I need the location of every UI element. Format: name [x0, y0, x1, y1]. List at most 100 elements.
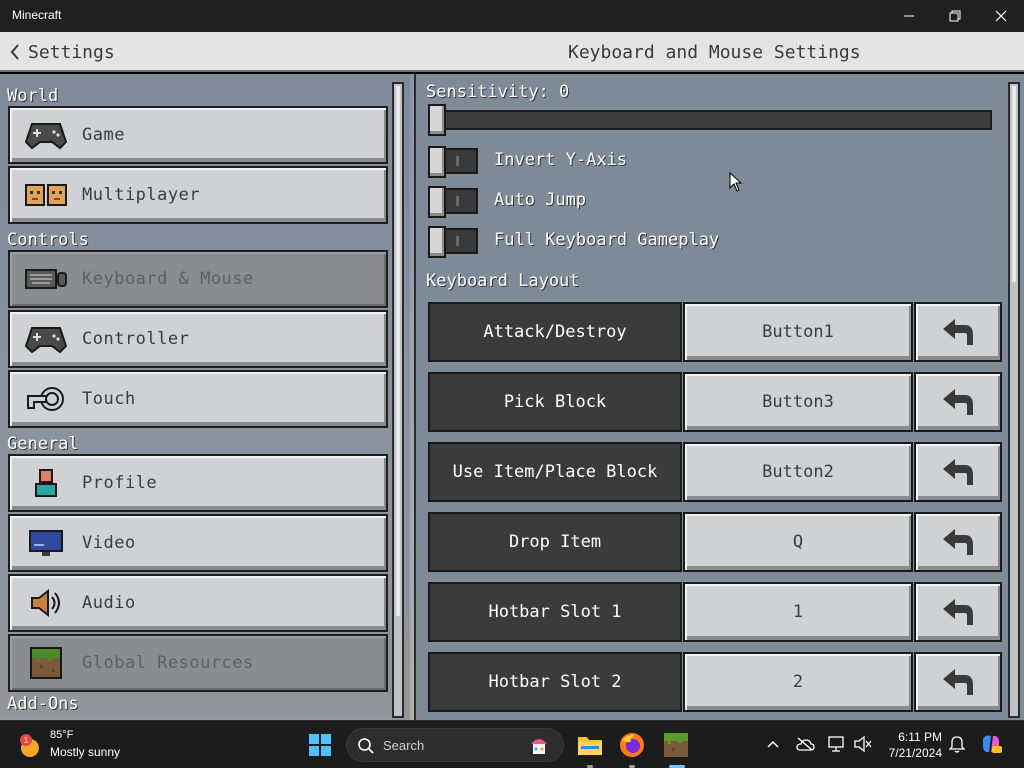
- binding-key-button[interactable]: 2: [683, 652, 913, 712]
- reset-binding-button[interactable]: [914, 512, 1002, 572]
- undo-arrow-icon: [943, 389, 973, 415]
- sidebar-item-keyboard-mouse[interactable]: Keyboard & Mouse: [8, 250, 388, 308]
- taskbar-clock[interactable]: 6:11 PM 7/21/2024: [876, 729, 942, 761]
- sidebar-item-touch[interactable]: Touch: [8, 370, 388, 428]
- multiplayer-icon: [24, 179, 68, 211]
- toggle-label-auto-jump: Auto Jump: [494, 190, 587, 210]
- copilot-icon: [983, 735, 1002, 753]
- close-button[interactable]: [978, 0, 1024, 32]
- auto-jump-toggle[interactable]: [428, 186, 478, 218]
- start-button[interactable]: [304, 729, 336, 761]
- taskbar-file-explorer[interactable]: [574, 729, 606, 761]
- weather-widget[interactable]: 1 85°F Mostly sunny: [16, 729, 146, 763]
- section-label-general: General: [7, 434, 79, 454]
- folder-icon: [578, 737, 602, 755]
- section-label-world: World: [7, 86, 59, 106]
- volume-tray[interactable]: [852, 733, 874, 755]
- reset-binding-button[interactable]: [914, 372, 1002, 432]
- binding-key-button[interactable]: Button2: [683, 442, 913, 502]
- sidebar-item-label: Controller: [82, 329, 190, 349]
- sidebar-item-label: Keyboard & Mouse: [82, 269, 254, 289]
- undo-arrow-icon: [943, 459, 973, 485]
- reset-binding-button[interactable]: [914, 442, 1002, 502]
- firefox-icon: [620, 733, 644, 757]
- binding-row: Pick Block Button3: [428, 372, 1002, 432]
- binding-action-label: Hotbar Slot 1: [428, 582, 682, 642]
- sidebar-item-game[interactable]: Game: [8, 106, 388, 164]
- minecraft-grass-block-icon: [664, 733, 688, 757]
- sidebar-item-audio[interactable]: Audio: [8, 574, 388, 632]
- binding-action-label: Hotbar Slot 2: [428, 652, 682, 712]
- copilot-button[interactable]: [980, 733, 1002, 755]
- binding-key-button[interactable]: Button3: [683, 372, 913, 432]
- minimize-button[interactable]: [886, 0, 932, 32]
- mouse-cursor-icon: [729, 172, 743, 192]
- chevron-left-icon: [10, 44, 19, 60]
- back-button[interactable]: Settings: [10, 38, 115, 66]
- scrollbar-thumb[interactable]: [396, 86, 400, 616]
- binding-key-button[interactable]: Button1: [683, 302, 913, 362]
- notifications-button[interactable]: [946, 733, 968, 755]
- settings-header: Settings Keyboard and Mouse Settings: [0, 32, 1024, 72]
- display-network-icon: [828, 736, 844, 752]
- binding-action-label: Pick Block: [428, 372, 682, 432]
- taskbar-firefox[interactable]: [616, 729, 648, 761]
- weather-condition: Mostly sunny: [50, 745, 121, 759]
- sensitivity-slider[interactable]: [428, 110, 992, 130]
- toggle-knob: [428, 186, 446, 218]
- show-hidden-icons-button[interactable]: [762, 733, 784, 755]
- reset-binding-button[interactable]: [914, 302, 1002, 362]
- reset-binding-button[interactable]: [914, 582, 1002, 642]
- taskbar-search[interactable]: Search: [346, 728, 564, 762]
- back-label: Settings: [28, 41, 115, 63]
- weather-badge: 1: [24, 736, 29, 745]
- controller-icon: [24, 119, 68, 151]
- sidebar-item-label: Touch: [82, 389, 136, 409]
- sidebar-item-label: Multiplayer: [82, 185, 201, 205]
- keyboard-layout-title: Keyboard Layout: [426, 271, 580, 291]
- toggle-label-invert-y-axis: Invert Y-Axis: [494, 150, 628, 170]
- keyboard-icon: [24, 263, 68, 295]
- window-title: Minecraft: [12, 8, 62, 22]
- sidebar-item-global-resources[interactable]: Global Resources: [8, 634, 388, 692]
- section-label-controls: Controls: [7, 230, 89, 250]
- binding-key-button[interactable]: 1: [683, 582, 913, 642]
- windows-logo-icon: [309, 734, 331, 756]
- restore-button[interactable]: [932, 0, 978, 32]
- binding-key-button[interactable]: Q: [683, 512, 913, 572]
- sidebar-scrollbar[interactable]: [392, 82, 404, 718]
- content-scrollbar[interactable]: [1008, 82, 1020, 718]
- section-label-add-ons: Add-Ons: [7, 694, 79, 714]
- invert-y-axis-toggle[interactable]: [428, 146, 478, 178]
- speaker-muted-icon: [854, 736, 872, 752]
- binding-action-label: Attack/Destroy: [428, 302, 682, 362]
- toggle-label-full-keyboard-gameplay: Full Keyboard Gameplay: [494, 230, 720, 250]
- sidebar-item-profile[interactable]: Profile: [8, 454, 388, 512]
- sidebar-item-label: Game: [82, 125, 125, 145]
- sidebar-item-label: Profile: [82, 473, 158, 493]
- scrollbar-thumb[interactable]: [1012, 86, 1016, 282]
- sidebar-item-label: Audio: [82, 593, 136, 613]
- touch-icon: [24, 383, 68, 415]
- sidebar-item-controller[interactable]: Controller: [8, 310, 388, 368]
- binding-row: Hotbar Slot 1 1: [428, 582, 1002, 642]
- toggle-tick: [456, 196, 459, 206]
- onedrive-tray[interactable]: [794, 733, 816, 755]
- speaker-icon: [24, 587, 68, 619]
- sidebar-item-multiplayer[interactable]: Multiplayer: [8, 166, 388, 224]
- reset-binding-button[interactable]: [914, 652, 1002, 712]
- search-label: Search: [383, 738, 425, 753]
- sensitivity-slider-handle[interactable]: [428, 104, 446, 136]
- taskbar-minecraft[interactable]: [660, 729, 692, 761]
- sun-icon: 1: [20, 734, 39, 757]
- binding-action-label: Drop Item: [428, 512, 682, 572]
- bell-icon: [949, 736, 965, 753]
- binding-action-label: Use Item/Place Block: [428, 442, 682, 502]
- network-tray[interactable]: [826, 733, 848, 755]
- window-titlebar: Minecraft: [0, 0, 1024, 32]
- toggle-knob: [428, 146, 446, 178]
- full-keyboard-gameplay-toggle[interactable]: [428, 226, 478, 258]
- sidebar-item-video[interactable]: Video: [8, 514, 388, 572]
- clock-date: 7/21/2024: [888, 746, 942, 760]
- chevron-up-icon: [767, 740, 779, 748]
